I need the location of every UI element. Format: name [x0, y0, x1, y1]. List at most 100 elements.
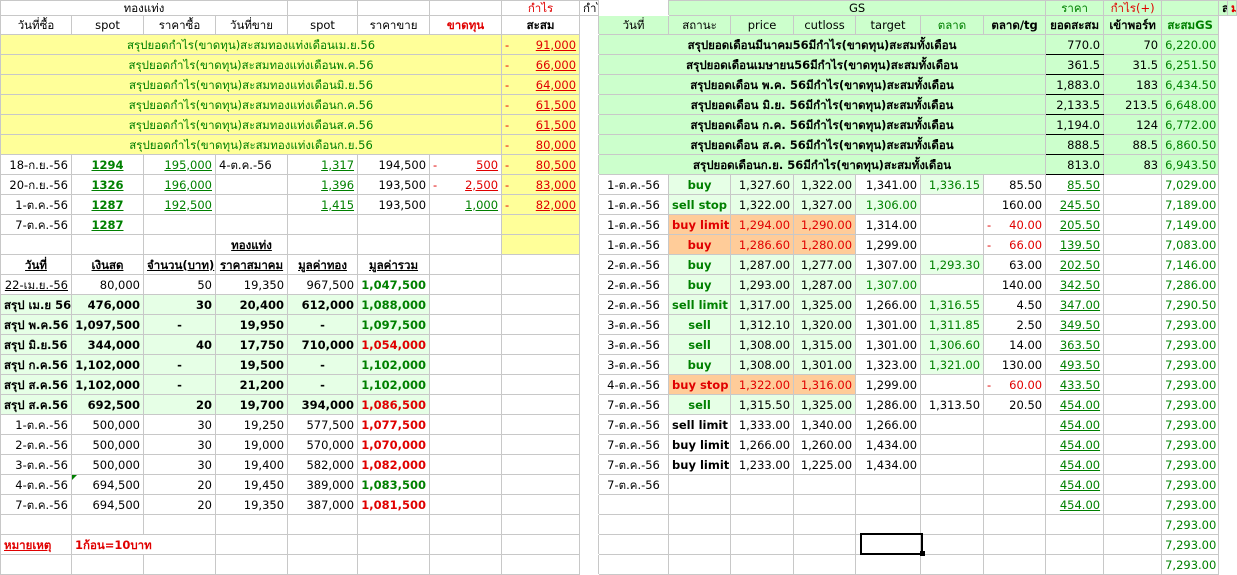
gs-cutloss[interactable]: 1,322.00: [793, 174, 857, 195]
gs-status[interactable]: [668, 494, 732, 515]
trade-accum[interactable]: -83,000: [501, 174, 581, 195]
monthly-summary-right[interactable]: สรุปยอดเดือนเมษายน56มีกำไร(ขาดทุน)สะสมทั…: [598, 54, 1047, 75]
holding-qty[interactable]: -: [143, 354, 216, 375]
holding-value[interactable]: 570,000: [287, 434, 359, 455]
holding-cash[interactable]: 80,000: [71, 274, 144, 295]
holding-cash[interactable]: 500,000: [71, 414, 144, 435]
holding-value[interactable]: 387,000: [287, 494, 359, 515]
header-buy_price[interactable]: ราคาซื้อ: [143, 15, 216, 35]
gs-status[interactable]: sell limit: [668, 414, 732, 435]
trade-date[interactable]: 7-ต.ค.-56: [0, 214, 72, 235]
gs-status[interactable]: [668, 474, 732, 495]
holding-cash[interactable]: 344,000: [71, 334, 144, 355]
gs-market-tg[interactable]: -66.00: [983, 234, 1047, 255]
trade-pl[interactable]: [429, 214, 503, 235]
trade-buy[interactable]: 192,500: [143, 194, 216, 215]
cell[interactable]: [1103, 494, 1163, 515]
holdings-header-price[interactable]: ราคาสมาคม: [214, 254, 289, 275]
header-status[interactable]: สถานะ: [668, 15, 732, 35]
gs-market[interactable]: [920, 374, 985, 395]
gs-accum-gs[interactable]: 7,293.00: [1161, 494, 1220, 515]
gs-accum-total[interactable]: [1045, 514, 1105, 535]
cell[interactable]: [501, 234, 581, 255]
gs-target[interactable]: 1,434.00: [855, 434, 922, 455]
trade-sell-price[interactable]: 194,500: [357, 154, 431, 175]
cell[interactable]: [501, 494, 581, 515]
header-profit[interactable]: กำไร: [501, 0, 581, 16]
gs-market-tg[interactable]: [983, 494, 1047, 515]
header-spot[interactable]: spot: [287, 15, 359, 35]
holding-value[interactable]: 612,000: [287, 294, 359, 315]
gs-target[interactable]: 1,314.00: [855, 214, 922, 235]
cell[interactable]: [501, 254, 581, 275]
holding-cash[interactable]: 1,102,000: [71, 354, 144, 375]
gs-accum-total[interactable]: [1045, 534, 1105, 555]
cell[interactable]: [1103, 334, 1163, 355]
cell[interactable]: [579, 534, 600, 555]
holding-cash[interactable]: 476,000: [71, 294, 144, 315]
holding-price[interactable]: 19,400: [214, 454, 289, 475]
holding-date[interactable]: 7-ต.ค.-56: [0, 494, 72, 515]
holding-total[interactable]: 1,088,000: [357, 294, 431, 315]
gs-accum-gs[interactable]: 7,290.50: [1161, 294, 1220, 315]
gs-target[interactable]: [855, 514, 922, 535]
gs-status[interactable]: buy limit: [668, 434, 732, 455]
gs-market[interactable]: [920, 494, 985, 515]
gs-accum-total[interactable]: 433.50: [1045, 374, 1105, 395]
cell[interactable]: [579, 134, 600, 155]
gs-market[interactable]: 1,306.60: [920, 334, 985, 355]
gs-status[interactable]: sell: [668, 394, 732, 415]
gs-target[interactable]: [855, 474, 922, 495]
cell[interactable]: [214, 534, 289, 555]
gs-market-tg[interactable]: -60.00: [983, 374, 1047, 395]
cell[interactable]: [287, 234, 359, 255]
gs-target[interactable]: 1,307.00: [855, 254, 922, 275]
gs-accum-gs[interactable]: 7,293.00: [1161, 514, 1220, 535]
cell[interactable]: [501, 354, 581, 375]
monthly-gs[interactable]: 6,648.00: [1161, 94, 1220, 115]
gs-status[interactable]: buy: [668, 234, 732, 255]
trade-spot[interactable]: 1287: [71, 214, 144, 235]
gs-price[interactable]: 1,322.00: [730, 194, 795, 215]
monthly-summary-right[interactable]: สรุปยอดเดือน พ.ค. 56มีกำไร(ขาดทุน)สะสมทั…: [598, 74, 1047, 95]
gs-accum-total[interactable]: 454.00: [1045, 394, 1105, 415]
gs-accum-gs[interactable]: 7,293.00: [1161, 474, 1220, 495]
gs-cutloss[interactable]: 1,340.00: [793, 414, 857, 435]
holding-date[interactable]: สรุป เม.ย 56: [0, 294, 72, 315]
gs-market[interactable]: 1,336.15: [920, 174, 985, 195]
holding-total[interactable]: 1,086,500: [357, 394, 431, 415]
gs-market[interactable]: [920, 534, 985, 555]
holding-qty[interactable]: 30: [143, 294, 216, 315]
gs-market-tg[interactable]: 160.00: [983, 194, 1047, 215]
cell[interactable]: [429, 254, 503, 275]
gs-price[interactable]: 1,317.00: [730, 294, 795, 315]
monthly-summary-value[interactable]: - 91,000: [501, 34, 581, 55]
monthly-total[interactable]: 1,883.0: [1045, 74, 1105, 95]
gs-accum-gs[interactable]: 7,293.00: [1161, 414, 1220, 435]
holding-cash[interactable]: 1,097,500: [71, 314, 144, 335]
gs-status[interactable]: buy: [668, 174, 732, 195]
fill-handle[interactable]: [920, 551, 925, 556]
monthly-total[interactable]: 361.5: [1045, 54, 1105, 75]
trade-sell-price[interactable]: [357, 214, 431, 235]
holding-cash[interactable]: 1,102,000: [71, 374, 144, 395]
cell[interactable]: [429, 414, 503, 435]
monthly-port[interactable]: 124: [1103, 114, 1163, 135]
gs-cutloss[interactable]: 1,325.00: [793, 294, 857, 315]
cell[interactable]: [579, 454, 600, 475]
cell[interactable]: [501, 314, 581, 335]
gs-date[interactable]: 7-ต.ค.-56: [598, 394, 670, 415]
monthly-port[interactable]: 183: [1103, 74, 1163, 95]
gs-price[interactable]: 1,312.10: [730, 314, 795, 335]
trade-accum[interactable]: -80,500: [501, 154, 581, 175]
holding-total[interactable]: 1,082,000: [357, 454, 431, 475]
cell[interactable]: [1103, 454, 1163, 475]
gs-accum-gs[interactable]: 7,149.00: [1161, 214, 1220, 235]
trade-accum[interactable]: [501, 214, 581, 235]
cell[interactable]: [0, 514, 72, 535]
holding-price[interactable]: 19,000: [214, 434, 289, 455]
gs-price[interactable]: [730, 534, 795, 555]
cell[interactable]: [579, 154, 600, 175]
holding-date[interactable]: สรุป พ.ค.56: [0, 314, 72, 335]
gs-market-tg[interactable]: 4.50: [983, 294, 1047, 315]
